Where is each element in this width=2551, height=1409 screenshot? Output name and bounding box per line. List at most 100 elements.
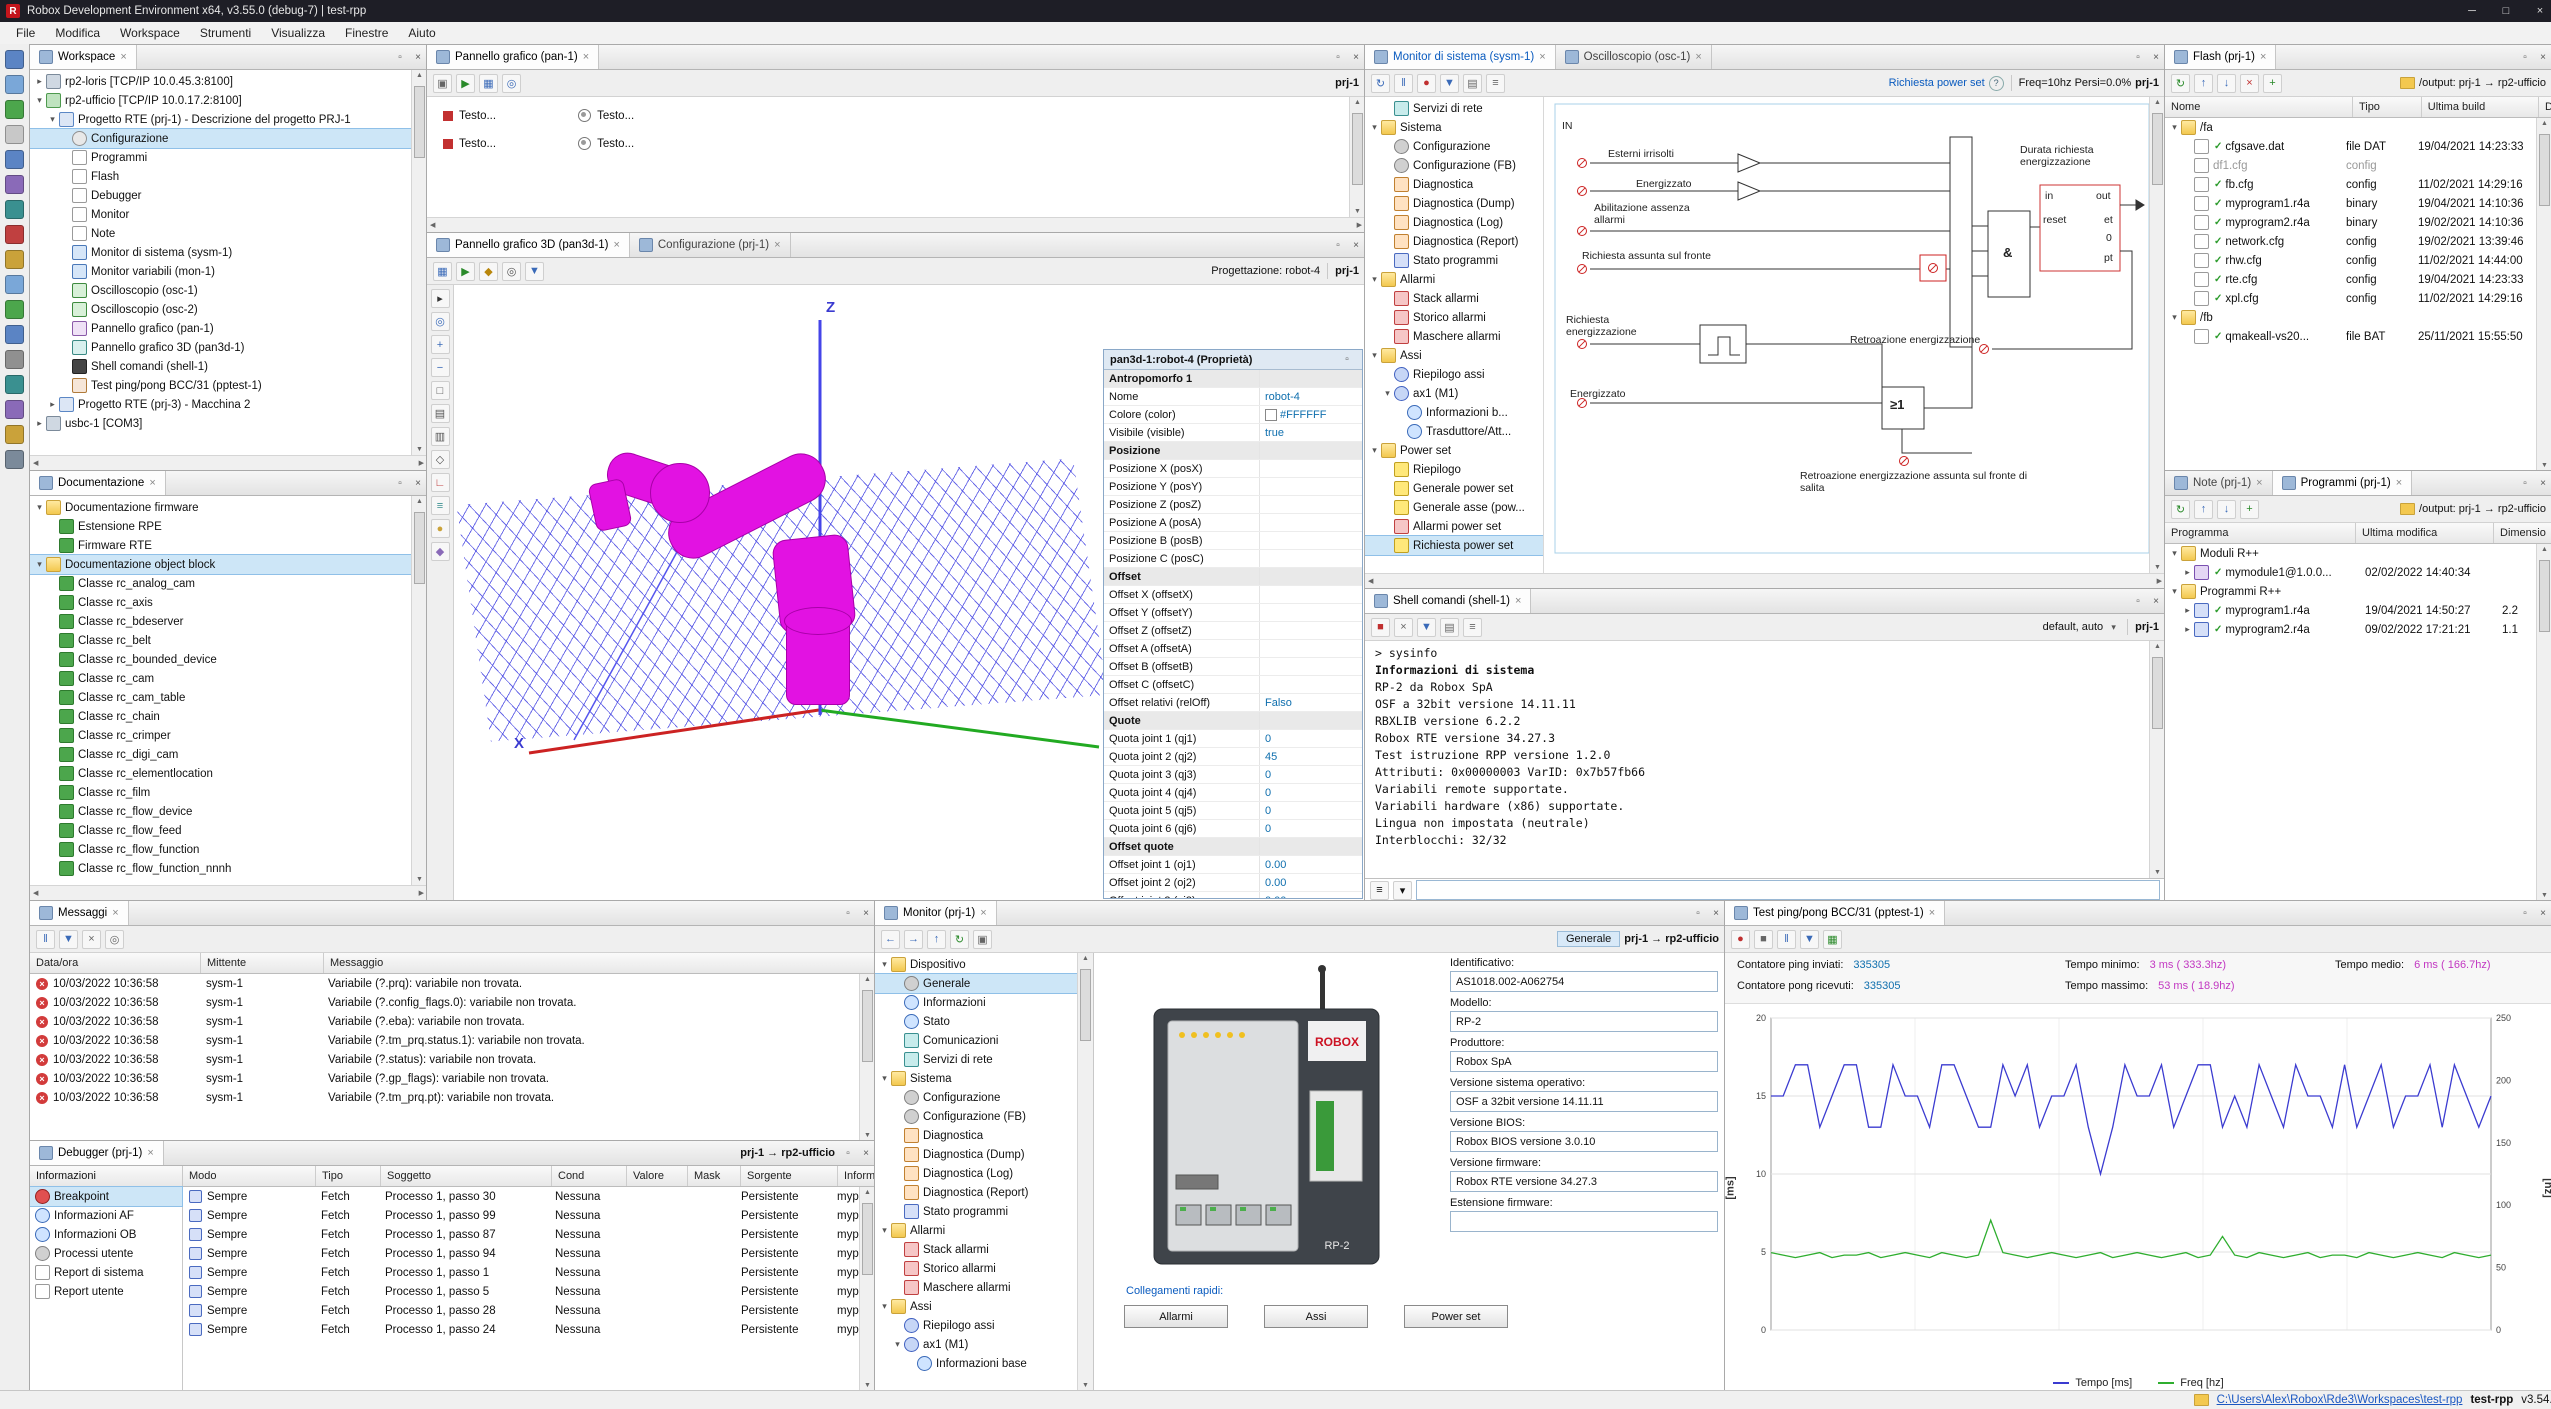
float-panel-icon[interactable] (1329, 233, 1347, 257)
tab[interactable]: Programmi (prj-1) (2273, 471, 2413, 495)
scrollbar-thumb[interactable] (2152, 113, 2163, 185)
tab-monitor[interactable]: Monitor (prj-1) (875, 901, 997, 925)
close-icon[interactable] (112, 907, 118, 919)
property-row[interactable]: Offset relativi (relOff)Falso (1104, 694, 1362, 712)
column-header[interactable]: Nome (2165, 97, 2353, 117)
zoom-in-icon[interactable]: + (431, 335, 450, 354)
property-value[interactable]: 0.00 (1260, 877, 1362, 889)
save-icon[interactable]: ▼ (59, 930, 78, 949)
maximize-button[interactable]: □ (2489, 0, 2523, 22)
property-value[interactable]: 0 (1260, 805, 1362, 817)
expand-arrow-icon[interactable]: ▾ (1368, 122, 1381, 133)
tab-workspace[interactable]: Workspace (30, 45, 137, 69)
tab[interactable]: Configurazione (prj-1) (630, 233, 791, 257)
vertical-scrollbar[interactable] (859, 1187, 875, 1391)
tree-item[interactable]: Classe rc_film (30, 783, 411, 802)
tree-item[interactable]: Configurazione (FB) (875, 1107, 1077, 1126)
column-header[interactable]: Valore (627, 1166, 688, 1186)
close-button[interactable]: × (2523, 0, 2551, 22)
float-panel-icon[interactable] (2129, 45, 2147, 69)
delete-icon[interactable]: × (2240, 74, 2259, 93)
debug-category-item[interactable]: Informazioni OB (30, 1225, 182, 1244)
scrollbar-thumb[interactable] (414, 512, 425, 584)
tree-item[interactable]: Diagnostica (Log) (875, 1164, 1077, 1183)
close-icon[interactable] (2260, 51, 2266, 63)
program-row[interactable]: ▸✓mymodule1@1.0.0... 02/02/2022 14:40:34 (2165, 563, 2536, 582)
close-panel-icon[interactable] (2534, 45, 2551, 69)
vertical-scrollbar[interactable] (2149, 97, 2165, 573)
tree-item[interactable]: ▾Progetto RTE (prj-1) - Descrizione del … (30, 110, 411, 129)
tab[interactable]: Oscilloscopio (osc-1) (1556, 45, 1712, 69)
debug-category-item[interactable]: Breakpoint (30, 1187, 182, 1206)
help-icon[interactable]: ? (1989, 76, 2004, 91)
add-icon[interactable]: + (2263, 74, 2282, 93)
text-item-label[interactable]: Testo... (459, 110, 496, 122)
close-icon[interactable] (120, 51, 126, 63)
property-value[interactable]: 45 (1260, 751, 1362, 763)
tab[interactable]: Pannello grafico 3D (pan3d-1) (427, 233, 630, 257)
message-row[interactable]: 10/03/2022 10:36:58 sysm-1 Variabile (?.… (30, 1050, 859, 1069)
expand-arrow-icon[interactable]: ▾ (2168, 312, 2181, 323)
settings-icon[interactable]: ◎ (502, 74, 521, 93)
edit-icon[interactable]: ▦ (479, 74, 498, 93)
column-header[interactable]: Programma (2165, 523, 2356, 543)
tree-item[interactable]: Pannello grafico (pan-1) (30, 319, 411, 338)
vertical-scrollbar[interactable] (411, 496, 427, 885)
expand-arrow-icon[interactable]: ▾ (33, 502, 46, 513)
tree-item[interactable]: Diagnostica (Report) (1365, 232, 1543, 251)
option-item-label[interactable]: Testo... (597, 110, 634, 122)
tree-item[interactable]: Generale asse (pow... (1365, 498, 1543, 517)
tree-item[interactable]: Generale (875, 974, 1077, 993)
column-header[interactable]: Modo (183, 1166, 316, 1186)
radio-icon[interactable] (578, 109, 591, 122)
dropdown-icon[interactable]: ▾ (2107, 622, 2120, 633)
menu-item[interactable]: Strumenti (190, 23, 261, 43)
breakpoint-row[interactable]: Sempre Fetch Processo 1, passo 99 Nessun… (183, 1206, 859, 1225)
property-value[interactable]: #FFFFFF (1260, 409, 1362, 421)
quick-link-button[interactable]: Allarmi (1124, 1305, 1228, 1328)
message-row[interactable]: 10/03/2022 10:36:58 sysm-1 Variabile (?.… (30, 993, 859, 1012)
column-header[interactable]: Cond (552, 1166, 627, 1186)
field-value[interactable]: Robox BIOS versione 3.0.10 (1450, 1131, 1718, 1152)
vertical-scrollbar[interactable] (411, 70, 427, 455)
field-value[interactable]: Robox SpA (1450, 1051, 1718, 1072)
property-row[interactable]: Quota joint 5 (qj5)0 (1104, 802, 1362, 820)
close-icon[interactable] (583, 51, 589, 63)
breakpoint-row[interactable]: Sempre Fetch Processo 1, passo 94 Nessun… (183, 1244, 859, 1263)
download-icon[interactable]: ↓ (2217, 74, 2236, 93)
monitor-icon[interactable] (5, 275, 24, 294)
tree-item[interactable]: Maschere allarmi (1365, 327, 1543, 346)
save-icon[interactable]: ▼ (1417, 618, 1436, 637)
close-panel-icon[interactable] (857, 1141, 875, 1165)
column-header[interactable]: Mask (688, 1166, 741, 1186)
tab-graphic-panel[interactable]: Pannello grafico (pan-1) (427, 45, 599, 69)
tree-item[interactable]: ▸Progetto RTE (prj-3) - Macchina 2 (30, 395, 411, 414)
property-row[interactable]: Offset B (offsetB) (1104, 658, 1362, 676)
property-value[interactable]: 0 (1260, 769, 1362, 781)
horizontal-scrollbar[interactable] (30, 455, 427, 471)
flash-file-row[interactable]: ▾✓/fa (2165, 118, 2536, 137)
panel-icon[interactable] (5, 400, 24, 419)
property-row[interactable]: Posizione A (posA) (1104, 514, 1362, 532)
field-value[interactable]: OSF a 32bit versione 14.11.11 (1450, 1091, 1718, 1112)
property-row[interactable]: Quote (1104, 712, 1362, 730)
pause-icon[interactable]: ‖ (36, 930, 55, 949)
program-row[interactable]: ▾✓Moduli R++ (2165, 544, 2536, 563)
tree-item[interactable]: Estensione RPE (30, 517, 411, 536)
close-icon[interactable] (1539, 51, 1545, 63)
menu-item[interactable]: Aiuto (398, 23, 445, 43)
tab[interactable]: Note (prj-1) (2165, 471, 2273, 495)
property-row[interactable]: Quota joint 2 (qj2)45 (1104, 748, 1362, 766)
close-icon[interactable] (2396, 477, 2402, 489)
tab-shell[interactable]: Shell comandi (shell-1) (1365, 589, 1531, 613)
property-value[interactable]: Falso (1260, 697, 1362, 709)
3d-viewport[interactable]: X Y Z pan3d-1:robot-4 (Proprietà) Antrop… (454, 285, 1365, 901)
debug-category-item[interactable]: Report di sistema (30, 1263, 182, 1282)
property-row[interactable]: Posizione C (posC) (1104, 550, 1362, 568)
run-icon[interactable]: ▶ (456, 74, 475, 93)
tree-item[interactable]: Diagnostica (Dump) (875, 1145, 1077, 1164)
property-row[interactable]: Quota joint 4 (qj4)0 (1104, 784, 1362, 802)
refresh-icon[interactable]: ↻ (2171, 500, 2190, 519)
flash-file-row[interactable]: ✓xpl.cfg config 11/02/2021 14:29:16 (2165, 289, 2536, 308)
back-icon[interactable]: ← (881, 930, 900, 949)
